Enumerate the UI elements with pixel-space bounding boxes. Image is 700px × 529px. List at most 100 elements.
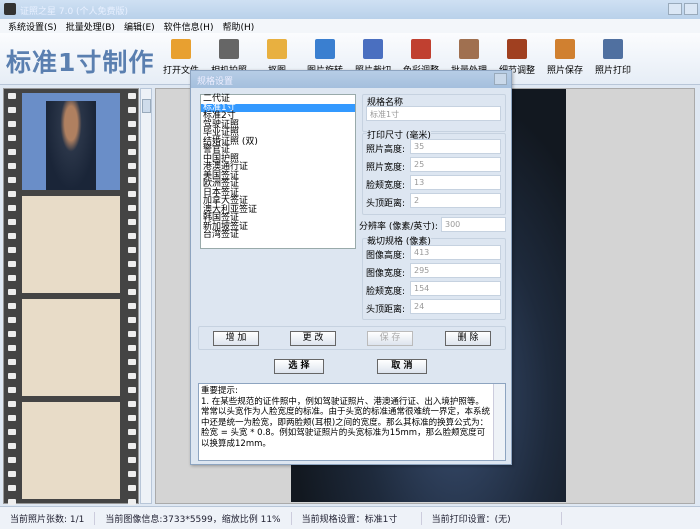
film-hole [128, 205, 136, 211]
film-hole [8, 289, 16, 295]
film-hole [128, 471, 136, 477]
tool-icon [555, 39, 575, 59]
film-hole [8, 93, 16, 99]
field-label: 照片高度: [366, 145, 406, 155]
tool-label: 照片保存 [546, 66, 583, 76]
thumbnail-photo[interactable] [22, 93, 120, 190]
film-hole [8, 163, 16, 169]
film-hole [128, 345, 136, 351]
field-label: 脸颊宽度: [366, 287, 406, 297]
close-icon[interactable] [494, 73, 507, 85]
toolbar-button[interactable]: 照片保存 [542, 39, 588, 76]
film-hole [8, 499, 16, 505]
note-title: 重要提示: [201, 386, 238, 396]
film-hole [8, 233, 16, 239]
spec-settings-dialog: 规格设置 二代证 标准1寸 标准2寸 驾驶证照 毕业证照 结婚证照 (双) 警官证 中国护照港… [190, 70, 512, 465]
film-hole [128, 303, 136, 309]
film-hole [8, 429, 16, 435]
film-hole [8, 149, 16, 155]
film-hole [8, 275, 16, 281]
thumbnail-empty[interactable] [22, 196, 120, 293]
film-hole [128, 275, 136, 281]
save-button[interactable]: 保 存 [367, 331, 413, 346]
film-hole [128, 177, 136, 183]
film-hole [128, 93, 136, 99]
field-label: 头顶距离: [366, 305, 406, 315]
film-hole [128, 443, 136, 449]
field-input[interactable]: 24 [410, 299, 501, 314]
maximize-button[interactable] [684, 3, 698, 15]
dpi-spinner[interactable]: 300 [441, 217, 506, 232]
thumbnail-empty[interactable] [22, 299, 120, 396]
film-hole [128, 163, 136, 169]
field-label: 照片宽度: [366, 163, 406, 173]
film-hole [8, 485, 16, 491]
tool-icon [267, 39, 287, 59]
status-bar: 当前照片张数: 1/1 当前图像信息:3733*5599，缩放比例 11% 当前… [0, 506, 700, 529]
menu-help[interactable]: 帮助(H) [222, 20, 254, 33]
film-hole [128, 387, 136, 393]
field-input[interactable]: 35 [410, 139, 501, 154]
film-hole [8, 135, 16, 141]
film-hole [128, 261, 136, 267]
film-hole [128, 233, 136, 239]
film-hole [8, 107, 16, 113]
thumbnail-empty[interactable] [22, 402, 120, 499]
spec-name-input[interactable]: 标准1寸 [366, 106, 501, 121]
status-spec: 当前规格设置：标准1寸 [292, 511, 422, 525]
film-hole [128, 359, 136, 365]
film-hole [8, 443, 16, 449]
film-hole [128, 415, 136, 421]
film-hole [8, 303, 16, 309]
important-note: 重要提示: 1. 在某些规范的证件照中，例如驾驶证照片、港澳通行证、出入境护照等… [198, 383, 506, 461]
tool-icon [171, 39, 191, 59]
menu-bar: 系统设置(S) 批量处理(B) 编辑(E) 软件信息(H) 帮助(H) [0, 19, 700, 33]
menu-edit[interactable]: 编辑(E) [124, 20, 155, 33]
spec-list[interactable]: 二代证 标准1寸 标准2寸 驾驶证照 毕业证照 结婚证照 (双) 警官证 中国护照 港澳通行证美… [200, 94, 356, 249]
film-scrollbar[interactable] [140, 88, 152, 504]
add-button[interactable]: 增 加 [213, 331, 259, 346]
film-hole [128, 317, 136, 323]
field-input[interactable]: 25 [410, 157, 501, 172]
minimize-button[interactable] [668, 3, 682, 15]
film-hole [128, 289, 136, 295]
tool-icon [363, 39, 383, 59]
delete-button[interactable]: 删 除 [445, 331, 491, 346]
film-hole [128, 429, 136, 435]
tool-icon [603, 39, 623, 59]
film-hole [128, 219, 136, 225]
field-label: 头顶距离: [366, 199, 406, 209]
brand-title: 标准1寸制作 [6, 48, 155, 77]
spec-list-item[interactable]: 台湾签证 [201, 231, 355, 240]
film-hole [128, 191, 136, 197]
film-hole [8, 331, 16, 337]
film-hole [8, 471, 16, 477]
field-input[interactable]: 295 [410, 263, 501, 278]
menu-system[interactable]: 系统设置(S) [8, 20, 57, 33]
film-hole [128, 401, 136, 407]
film-hole [8, 205, 16, 211]
field-input[interactable]: 413 [410, 245, 501, 260]
change-button[interactable]: 更 改 [290, 331, 336, 346]
film-hole [8, 387, 16, 393]
tool-icon [459, 39, 479, 59]
film-hole [8, 345, 16, 351]
field-input[interactable]: 2 [410, 193, 501, 208]
window-title: 证照之星 7.0 (个人免费版) [20, 7, 129, 17]
field-input[interactable]: 154 [410, 281, 501, 296]
tool-icon [315, 39, 335, 59]
film-hole [8, 415, 16, 421]
note-text: 1. 在某些规范的证件照中，例如驾驶证照片、港澳通行证、出入境护照等。常常以头宽… [201, 396, 491, 449]
film-hole [8, 177, 16, 183]
menu-batch[interactable]: 批量处理(B) [66, 20, 115, 33]
toolbar-button[interactable]: 照片打印 [590, 39, 636, 76]
status-photo-count: 当前照片张数: 1/1 [0, 511, 96, 525]
note-scrollbar[interactable] [493, 384, 505, 460]
menu-info[interactable]: 软件信息(H) [164, 20, 214, 33]
field-input[interactable]: 13 [410, 175, 501, 190]
select-button[interactable]: 选 择 [274, 359, 324, 374]
film-hole [128, 121, 136, 127]
cancel-button[interactable]: 取 消 [377, 359, 427, 374]
film-hole [8, 317, 16, 323]
tool-icon [507, 39, 527, 59]
